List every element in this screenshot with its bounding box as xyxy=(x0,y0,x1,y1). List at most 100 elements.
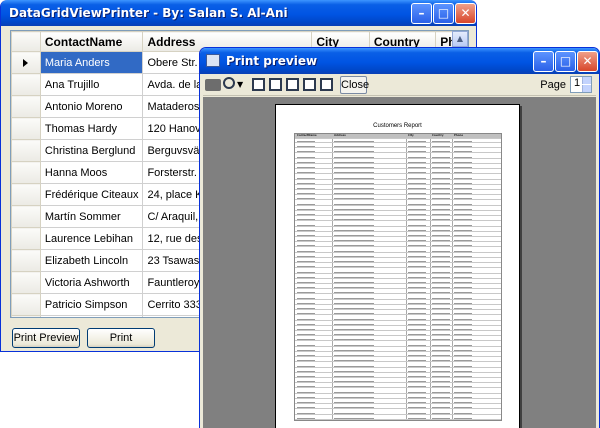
report-cell xyxy=(334,208,374,210)
grid-cell[interactable]: Victoria Ashworth xyxy=(39,271,144,294)
preview-close-toolbar-button[interactable]: Close xyxy=(340,76,369,94)
grid-cell[interactable]: Elizabeth Lincoln xyxy=(39,249,144,272)
report-cell xyxy=(454,235,472,236)
row-header[interactable] xyxy=(11,205,41,228)
preview-page: Customers Report ContactName Address City C… xyxy=(275,104,520,428)
report-cell xyxy=(334,188,374,189)
print-button[interactable]: Print xyxy=(87,328,155,348)
grid-cell[interactable]: Antonio Moreno xyxy=(39,95,144,118)
row-header[interactable] xyxy=(11,249,41,272)
report-cell xyxy=(408,240,426,242)
grid-cell[interactable]: Laurence Lebihan xyxy=(39,227,144,250)
preview-maximize-button[interactable]: □ xyxy=(555,51,576,72)
report-cell xyxy=(408,344,426,346)
report-cell xyxy=(297,407,315,409)
row-header[interactable] xyxy=(11,227,41,250)
grid-cell[interactable]: Hanna Moos xyxy=(39,161,144,184)
report-cell xyxy=(408,313,426,315)
report-cell xyxy=(408,161,426,163)
preview-close-button[interactable]: ✕ xyxy=(577,51,598,72)
close-button[interactable]: ✕ xyxy=(455,3,476,24)
preview-title-bar[interactable]: Print preview – □ ✕ xyxy=(200,48,599,74)
report-row xyxy=(295,160,501,164)
row-header[interactable] xyxy=(11,117,41,140)
print-icon[interactable] xyxy=(205,79,221,91)
report-row xyxy=(295,405,501,410)
report-cell xyxy=(334,193,374,195)
report-cell xyxy=(297,224,315,226)
row-header[interactable] xyxy=(11,271,41,294)
report-cell xyxy=(334,276,374,278)
row-header[interactable] xyxy=(11,183,41,206)
report-cell xyxy=(408,235,426,236)
report-cell xyxy=(297,172,315,174)
row-header[interactable] xyxy=(11,293,41,316)
report-cell xyxy=(297,245,315,247)
grid-cell[interactable]: Francisco Chang xyxy=(39,315,144,317)
main-title-bar[interactable]: DataGridViewPrinter - By: Salan S. Al-An… xyxy=(1,0,476,26)
grid-cell[interactable]: Patricio Simpson xyxy=(39,293,144,316)
report-cell xyxy=(454,313,472,315)
report-cell xyxy=(297,214,315,216)
report-row xyxy=(295,207,501,211)
grid-cell[interactable]: Maria Anders xyxy=(39,51,144,74)
print-preview-button[interactable]: Print Preview xyxy=(12,328,80,348)
report-cell xyxy=(334,376,374,377)
report-cell xyxy=(432,177,450,179)
report-cell xyxy=(454,255,472,257)
page-down-arrow-icon[interactable] xyxy=(582,85,591,92)
report-cell xyxy=(297,302,315,304)
column-header[interactable]: ContactName xyxy=(39,31,144,52)
report-cell xyxy=(454,402,472,404)
row-header[interactable] xyxy=(11,161,41,184)
report-cell xyxy=(297,297,315,299)
report-cell xyxy=(297,323,315,325)
page-number-spinner[interactable]: 1 xyxy=(570,76,592,93)
report-cell xyxy=(432,370,450,372)
report-cell xyxy=(454,214,472,216)
minimize-button[interactable]: – xyxy=(411,3,432,24)
row-header[interactable] xyxy=(11,73,41,96)
four-pages-icon[interactable] xyxy=(303,78,316,91)
zoom-dropdown-arrow-icon[interactable]: ▼ xyxy=(237,80,243,89)
report-cell xyxy=(334,245,374,247)
page-up-arrow-icon[interactable] xyxy=(582,77,591,84)
report-cell xyxy=(408,318,426,320)
report-cell xyxy=(408,339,426,341)
row-header[interactable] xyxy=(11,139,41,162)
grid-cell[interactable]: Christina Berglund xyxy=(39,139,144,162)
preview-minimize-button[interactable]: – xyxy=(533,51,554,72)
grid-cell[interactable]: Ana Trujillo xyxy=(39,73,144,96)
grid-cell[interactable]: Martín Sommer xyxy=(39,205,144,228)
report-cell xyxy=(297,282,315,283)
grid-cell[interactable]: Frédérique Citeaux xyxy=(39,183,144,206)
three-pages-icon[interactable] xyxy=(286,78,299,91)
report-cell xyxy=(334,214,374,216)
maximize-button[interactable]: □ xyxy=(433,3,454,24)
preview-canvas[interactable]: Customers Report ContactName Address City C… xyxy=(203,97,596,428)
scroll-up-arrow-icon[interactable]: ▲ xyxy=(452,31,468,47)
report-cell xyxy=(454,391,472,393)
report-row xyxy=(295,233,501,237)
one-page-icon[interactable] xyxy=(252,78,265,91)
report-column-header: ContactName xyxy=(297,134,317,137)
row-header[interactable] xyxy=(11,51,41,74)
report-row xyxy=(295,270,501,274)
row-header[interactable] xyxy=(11,315,41,317)
report-cell xyxy=(408,266,426,268)
report-cell xyxy=(408,360,426,362)
zoom-icon[interactable] xyxy=(223,77,235,89)
report-cell xyxy=(432,396,450,398)
six-pages-icon[interactable] xyxy=(320,78,333,91)
report-row xyxy=(295,264,501,269)
report-cell xyxy=(334,417,374,419)
report-cell xyxy=(408,156,426,158)
report-cell xyxy=(297,334,315,336)
report-cell xyxy=(408,396,426,398)
report-cell xyxy=(432,318,450,320)
row-header[interactable] xyxy=(11,95,41,118)
grid-cell[interactable]: Thomas Hardy xyxy=(39,117,144,140)
report-cell xyxy=(408,188,426,189)
two-pages-icon[interactable] xyxy=(269,78,282,91)
report-cell xyxy=(454,370,472,372)
